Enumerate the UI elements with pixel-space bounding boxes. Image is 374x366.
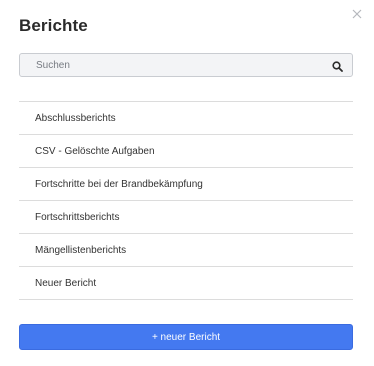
- report-list: Abschlussberichts CSV - Gelöschte Aufgab…: [19, 101, 353, 300]
- new-report-button[interactable]: + neuer Bericht: [19, 324, 353, 350]
- close-button[interactable]: [348, 5, 366, 23]
- search-input[interactable]: [20, 54, 352, 76]
- list-item-label: Mängellistenberichts: [35, 244, 127, 256]
- search-icon[interactable]: [331, 60, 343, 72]
- dialog-title: Berichte: [19, 16, 88, 35]
- search-box: [19, 53, 353, 77]
- list-item-label: CSV - Gelöschte Aufgaben: [35, 145, 155, 157]
- list-item-maengellistenberichts[interactable]: Mängellistenberichts: [19, 234, 353, 267]
- list-item-fortschritte-brandbekaempfung[interactable]: Fortschritte bei der Brandbekämpfung: [19, 168, 353, 201]
- list-item-fortschrittsberichts[interactable]: Fortschrittsberichts: [19, 201, 353, 234]
- list-item-neuer-bericht[interactable]: Neuer Bericht: [19, 267, 353, 300]
- close-icon: [352, 9, 362, 19]
- list-item-label: Abschlussberichts: [35, 112, 116, 124]
- reports-dialog: Berichte Abschlussberichts CSV - Gelösch…: [0, 0, 374, 366]
- list-item-csv-geloeschte-aufgaben[interactable]: CSV - Gelöschte Aufgaben: [19, 135, 353, 168]
- list-item-label: Neuer Bericht: [35, 277, 97, 289]
- list-item-label: Fortschrittsberichts: [35, 211, 120, 223]
- list-item-abschlussberichts[interactable]: Abschlussberichts: [19, 102, 353, 135]
- list-item-label: Fortschritte bei der Brandbekämpfung: [35, 178, 203, 190]
